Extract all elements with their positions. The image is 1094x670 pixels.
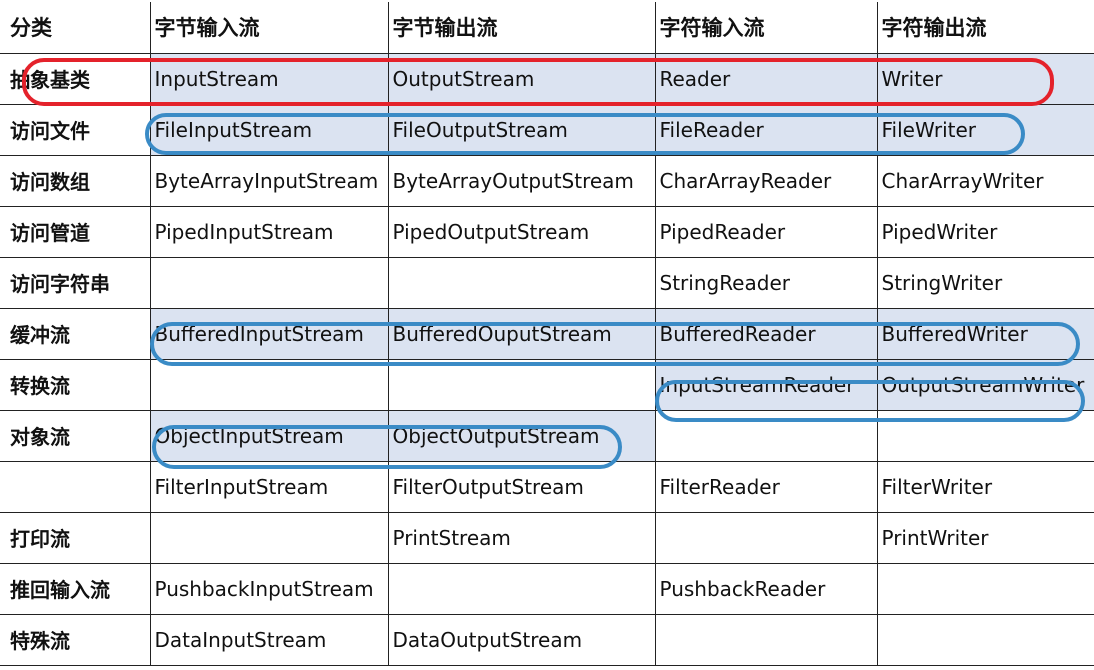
table-cell: ByteArrayInputStream — [149, 155, 388, 206]
header-char-input: 字符输入流 — [654, 2, 877, 53]
table-cell: FileReader — [654, 104, 877, 155]
table-cell: FileWriter — [876, 104, 1094, 155]
table-cell: ObjectInputStream — [149, 410, 388, 461]
table-row: 特殊流 DataInputStream DataOutputStream — [0, 614, 1094, 665]
row-category: 访问文件 — [10, 119, 90, 143]
table-header: 分类 字节输入流 字节输出流 字符输入流 字符输出流 — [0, 2, 1094, 53]
table-row: 抽象基类 InputStream OutputStream Reader Writer — [0, 53, 1094, 104]
table-row: 缓冲流 BufferedInputStream BufferedOuputStrea… — [0, 308, 1094, 359]
table-cell: DataInputStream — [149, 614, 388, 665]
row-category: 对象流 — [10, 425, 70, 449]
table-row: 推回输入流 PushbackInputStream PushbackReader — [0, 563, 1094, 614]
table-cell: PushbackReader — [654, 563, 877, 614]
table-cell: BufferedReader — [654, 308, 877, 359]
table-cell: PipedReader — [654, 206, 877, 257]
table-body: 抽象基类 InputStream OutputStream Reader Writer 访… — [0, 53, 1094, 665]
table-cell: BufferedOuputStream — [387, 308, 655, 359]
table-row: 对象流 ObjectInputStream ObjectOutputStream — [0, 410, 1094, 461]
table-row: 访问数组 ByteArrayInputStream ByteArrayOutputS… — [0, 155, 1094, 206]
table-cell — [654, 512, 877, 563]
table-cell — [876, 563, 1094, 614]
row-category: 转换流 — [10, 374, 70, 398]
row-category — [0, 461, 150, 512]
table-cell: OutputStreamWriter — [876, 359, 1094, 410]
row-category: 推回输入流 — [10, 578, 110, 602]
table-cell: PrintStream — [387, 512, 655, 563]
row-category: 抽象基类 — [10, 68, 90, 92]
row-category: 特殊流 — [10, 629, 70, 653]
table-row: 转换流 InputStreamReader OutputStreamWriter — [0, 359, 1094, 410]
row-category: 访问数组 — [10, 170, 90, 194]
table-cell: PipedWriter — [876, 206, 1094, 257]
table-cell — [387, 563, 655, 614]
table-row: 打印流 PrintStream PrintWriter — [0, 512, 1094, 563]
table-cell: FilterWriter — [876, 461, 1094, 512]
table-cell: CharArrayReader — [654, 155, 877, 206]
table-cell: ObjectOutputStream — [387, 410, 655, 461]
table-cell: FilterInputStream — [149, 461, 388, 512]
table-cell: ByteArrayOutputStream — [387, 155, 655, 206]
header-category: 分类 — [10, 16, 52, 41]
table-cell — [876, 614, 1094, 665]
table-row: FilterInputStream FilterOutputStream Filte… — [0, 461, 1094, 512]
row-category: 缓冲流 — [10, 323, 70, 347]
table-cell — [387, 359, 655, 410]
table-cell: StringReader — [654, 257, 877, 308]
table-cell: DataOutputStream — [387, 614, 655, 665]
table-cell: PrintWriter — [876, 512, 1094, 563]
table-cell: FilterReader — [654, 461, 877, 512]
header-byte-input: 字节输入流 — [149, 2, 388, 53]
table-cell — [149, 512, 388, 563]
table-cell: Writer — [876, 53, 1094, 104]
table-cell: StringWriter — [876, 257, 1094, 308]
table-cell: BufferedInputStream — [149, 308, 388, 359]
table-cell — [654, 410, 877, 461]
table-cell: FileInputStream — [149, 104, 388, 155]
table-cell — [876, 410, 1094, 461]
table-cell: Reader — [654, 53, 877, 104]
row-category: 打印流 — [10, 527, 70, 551]
table-cell — [149, 359, 388, 410]
table-cell: InputStreamReader — [654, 359, 877, 410]
table-cell: PushbackInputStream — [149, 563, 388, 614]
row-category: 访问字符串 — [10, 272, 110, 296]
header-byte-output: 字节输出流 — [387, 2, 655, 53]
table-cell — [149, 257, 388, 308]
header-char-output: 字符输出流 — [876, 2, 1094, 53]
table-cell: FilterOutputStream — [387, 461, 655, 512]
table-cell: BufferedWriter — [876, 308, 1094, 359]
table-row: 访问字符串 StringReader StringWriter — [0, 257, 1094, 308]
table-row: 访问管道 PipedInputStream PipedOutputStream Pip… — [0, 206, 1094, 257]
io-stream-table: 分类 字节输入流 字节输出流 字符输入流 字符输出流 抽象基类 InputStre… — [0, 2, 1094, 666]
table-row: 访问文件 FileInputStream FileOutputStream FileR… — [0, 104, 1094, 155]
table-cell: InputStream — [149, 53, 388, 104]
table-cell: FileOutputStream — [387, 104, 655, 155]
table-cell: PipedInputStream — [149, 206, 388, 257]
table-cell: CharArrayWriter — [876, 155, 1094, 206]
row-category: 访问管道 — [10, 221, 90, 245]
document-page: 分类 字节输入流 字节输出流 字符输入流 字符输出流 抽象基类 InputStre… — [0, 0, 1094, 670]
table-cell — [387, 257, 655, 308]
table-cell: PipedOutputStream — [387, 206, 655, 257]
table-cell — [654, 614, 877, 665]
table-cell: OutputStream — [387, 53, 655, 104]
